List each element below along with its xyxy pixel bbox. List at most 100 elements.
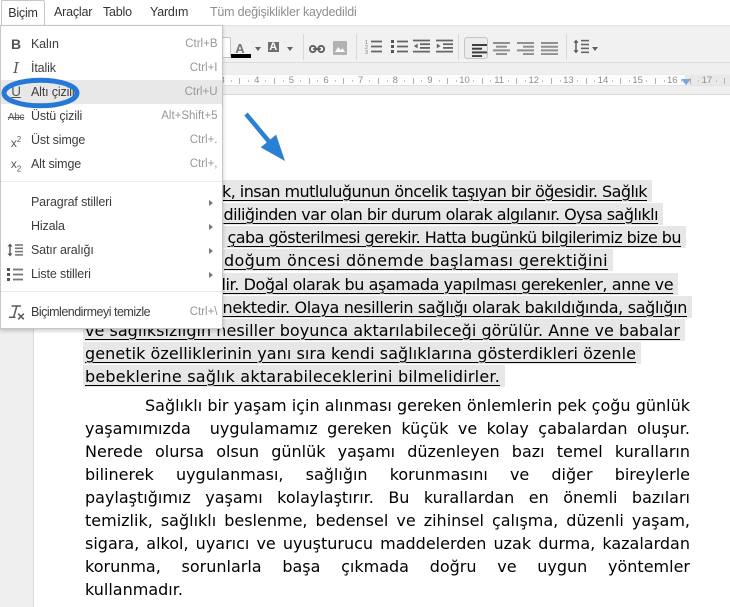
- increase-indent-icon[interactable]: [436, 39, 453, 54]
- insert-image-icon[interactable]: [333, 41, 347, 55]
- submenu-arrow-icon: [209, 271, 213, 278]
- ruler-dot: [507, 80, 509, 82]
- ruler-dot: [421, 80, 423, 82]
- paragraph-2[interactable]: Sağlıklı bir yaşam için alınması gereken…: [85, 394, 690, 602]
- paragraph-text-line[interactable]: kullanmadır.: [85, 578, 690, 601]
- ruler-tick: [620, 77, 622, 84]
- ruler-dot: [248, 80, 250, 82]
- ruler-number: 6: [323, 74, 329, 86]
- menu-bar: Biçim Araçlar Tablo Yardım Tüm değişikli…: [0, 0, 730, 27]
- ruler-dot: [646, 80, 648, 82]
- menu-item-label: Altı çizili: [31, 85, 75, 99]
- menu-item-7[interactable]: Paragraf stilleri: [1, 190, 222, 214]
- paragraph-text-line[interactable]: Sağlıklı bir yaşam için alınması gereken…: [85, 394, 690, 417]
- ruler-dot: [628, 80, 630, 82]
- ruler-number: 8: [392, 74, 398, 86]
- ruler-tick: [412, 77, 414, 84]
- line-spacing-button[interactable]: [573, 39, 589, 54]
- menubar-item-araclar[interactable]: Araçlar: [54, 0, 92, 25]
- paragraph-text-line[interactable]: korunma, sorunlarla başa çıkmada doğru v…: [85, 555, 690, 578]
- selected-text-line[interactable]: nektedir. Olaya nesillerin sağlığı olara…: [210, 296, 693, 318]
- paragraph-text-line[interactable]: Nerede olursa olsun günlük yaşamı düzenl…: [85, 440, 690, 463]
- selected-text-line[interactable]: çaba gösterilmesi gerekir. Hatta bugünkü…: [215, 226, 687, 248]
- ruler-dot: [300, 80, 301, 82]
- ruler-tick: [516, 77, 518, 84]
- menu-item-shortcut: Ctrl+.: [189, 134, 218, 146]
- selected-text-line[interactable]: genetik özelliklerinin yanı sıra kendi s…: [83, 342, 642, 364]
- ruler-number: 13: [563, 74, 574, 86]
- ruler-dot: [317, 80, 319, 82]
- ruler-dot: [230, 80, 232, 82]
- ruler-tick: [551, 77, 553, 84]
- ruler-number: 9: [427, 74, 433, 86]
- menu-item-3[interactable]: U Altı çizili Ctrl+U: [1, 80, 222, 104]
- highlight-color-caret-icon[interactable]: [286, 47, 293, 51]
- menu-item-2[interactable]: I İtalik Ctrl+I: [1, 56, 222, 80]
- ruler-dot: [386, 80, 388, 82]
- submenu-arrow-icon: [209, 247, 213, 254]
- ruler-tick: [274, 77, 276, 84]
- ruler-dot: [351, 80, 353, 82]
- align-right-button[interactable]: [516, 42, 534, 55]
- menubar-item-bicim[interactable]: Biçim: [1, 0, 45, 27]
- ruler-dot: [438, 80, 440, 82]
- bold-icon: B: [11, 36, 21, 52]
- ruler-number: 7: [357, 74, 364, 86]
- menubar-item-tablo[interactable]: Tablo: [103, 0, 132, 25]
- menu-item-shortcut: Ctrl+I: [189, 62, 218, 74]
- selected-text-line[interactable]: doğum öncesi dönemde başlaması gerektiği…: [212, 249, 613, 271]
- menu-item-11[interactable]: Biçimlendirmeyi temizle Ctrl+\: [1, 300, 222, 324]
- decrease-indent-icon[interactable]: [413, 39, 430, 54]
- ruler-tick: [654, 77, 656, 84]
- toolbar-separator: [566, 34, 567, 60]
- submenu-arrow-icon: [209, 223, 213, 230]
- text-color-caret-icon[interactable]: [255, 47, 261, 51]
- ruler-dot: [663, 80, 665, 82]
- paragraph-text-line[interactable]: yaşamımızda uygulamamız gereken küçük ve…: [85, 417, 690, 440]
- text-color-button[interactable]: A: [233, 42, 247, 55]
- menu-separator: [1, 291, 222, 292]
- paragraph-text-line[interactable]: bilinerek uygulanması, sağlığın korunmas…: [85, 463, 690, 486]
- menu-item-label: Paragraf stilleri: [31, 195, 112, 209]
- selected-text-line[interactable]: diliğinden var olan bir durum olarak alg…: [211, 203, 664, 225]
- paragraph-text-line[interactable]: paylaştığımız yaşamı kolaylaştırır. Bu k…: [85, 486, 690, 509]
- paragraph-text-line[interactable]: temizlik, sağlıklı beslenme, bedensel ve…: [85, 509, 690, 532]
- menu-item-10[interactable]: Liste stilleri: [1, 262, 222, 286]
- selected-text-line[interactable]: lir. Doğal olarak bu aşamada yapılması g…: [209, 273, 679, 295]
- subscript-icon: x2: [10, 157, 22, 174]
- menu-item-5[interactable]: x2 Üst simge Ctrl+.: [1, 128, 222, 152]
- insert-link-icon[interactable]: [308, 44, 325, 53]
- bulleted-list-icon[interactable]: [391, 39, 408, 54]
- italic-icon: I: [13, 59, 19, 77]
- right-indent-marker[interactable]: [681, 79, 692, 85]
- ruler-dot: [525, 80, 527, 82]
- save-status: Tüm değişiklikler kaydedildi: [210, 5, 357, 19]
- highlight-color-button[interactable]: A: [267, 41, 279, 52]
- ruler-tick: [585, 77, 587, 84]
- toolbar-separator: [458, 34, 459, 60]
- line-spacing-caret-icon[interactable]: [592, 47, 598, 51]
- menu-item-8[interactable]: Hizala: [1, 214, 222, 238]
- ruler-dot: [611, 80, 613, 82]
- align-left-button-active[interactable]: [463, 37, 488, 59]
- ruler-number: 4: [254, 74, 260, 86]
- paragraph-text-line[interactable]: sigara, alkol, uyarıcı ve uyuşturucu mad…: [85, 532, 690, 555]
- ruler-number: 14: [597, 74, 609, 86]
- align-justify-button[interactable]: [540, 42, 558, 55]
- ruler-number: 12: [528, 74, 540, 86]
- menu-item-label: İtalik: [31, 61, 56, 75]
- ruler-dot: [334, 80, 336, 82]
- selected-text-line[interactable]: k, insan mutluluğunun öncelik taşıyan bi…: [210, 180, 652, 202]
- ruler-dot: [403, 80, 405, 82]
- underline-icon: U: [11, 84, 21, 99]
- numbered-list-icon[interactable]: 123: [365, 39, 382, 54]
- menu-item-shortcut: Ctrl+,: [189, 158, 218, 170]
- toolbar-separator: [356, 34, 357, 60]
- menu-item-9[interactable]: Satır aralığı: [1, 238, 222, 262]
- menubar-item-yardim[interactable]: Yardım: [150, 0, 188, 25]
- align-center-button[interactable]: [492, 42, 510, 55]
- menu-item-4[interactable]: Abc Üstü çizili Alt+Shift+5: [1, 104, 222, 128]
- menu-item-1[interactable]: B Kalın Ctrl+B: [1, 32, 222, 56]
- menu-item-6[interactable]: x2 Alt simge Ctrl+,: [1, 152, 222, 176]
- selected-text-line[interactable]: bebeklerine sağlık aktarabileceklerini b…: [83, 365, 506, 387]
